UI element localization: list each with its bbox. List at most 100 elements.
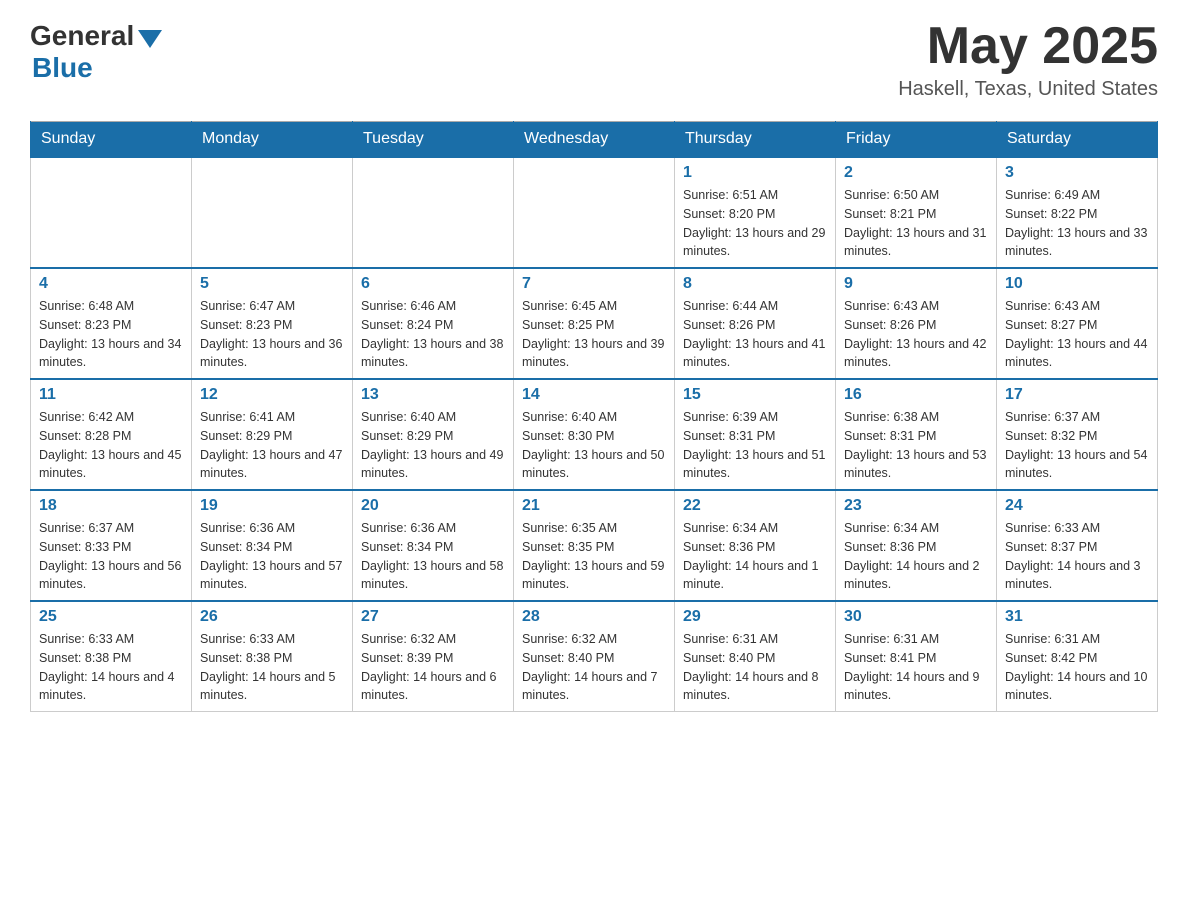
day-number: 29 bbox=[683, 608, 827, 626]
calendar-day-header: Saturday bbox=[997, 122, 1158, 158]
calendar-day-header: Sunday bbox=[31, 122, 192, 158]
day-number: 2 bbox=[844, 164, 988, 182]
logo-arrow-icon bbox=[138, 30, 162, 48]
day-number: 26 bbox=[200, 608, 344, 626]
day-number: 5 bbox=[200, 275, 344, 293]
calendar-week-row: 18Sunrise: 6:37 AM Sunset: 8:33 PM Dayli… bbox=[31, 490, 1158, 601]
day-info: Sunrise: 6:34 AM Sunset: 8:36 PM Dayligh… bbox=[844, 519, 988, 594]
calendar-week-row: 11 Sunrise: 6:42 AM Sunset: 8:28 PM Dayli… bbox=[31, 379, 1158, 490]
day-number: 27 bbox=[361, 608, 505, 626]
day-info: Sunrise: 6:41 AM Sunset: 8:29 PM Dayligh… bbox=[200, 408, 344, 483]
calendar-day-cell: 30Sunrise: 6:31 AM Sunset: 8:41 PM Dayli… bbox=[836, 601, 997, 712]
logo: General Blue bbox=[30, 20, 162, 84]
calendar-day-cell: 25 Sunrise: 6:33 AM Sunset: 8:38 PM Dayli… bbox=[31, 601, 192, 712]
calendar-day-cell: 23 Sunrise: 6:34 AM Sunset: 8:36 PM Dayli… bbox=[836, 490, 997, 601]
day-number: 17 bbox=[1005, 386, 1149, 404]
day-info: Sunrise: 6:43 AM Sunset: 8:27 PM Dayligh… bbox=[1005, 297, 1149, 372]
day-number: 6 bbox=[361, 275, 505, 293]
day-info: Sunrise: 6:38 AM Sunset: 8:31 PM Dayligh… bbox=[844, 408, 988, 483]
day-number: 12 bbox=[200, 386, 344, 404]
calendar-day-cell: 10 Sunrise: 6:43 AM Sunset: 8:27 PM Dayli… bbox=[997, 268, 1158, 379]
calendar-day-cell: 13 Sunrise: 6:40 AM Sunset: 8:29 PM Dayli… bbox=[353, 379, 514, 490]
calendar-day-header: Tuesday bbox=[353, 122, 514, 158]
day-number: 15 bbox=[683, 386, 827, 404]
calendar-day-cell bbox=[353, 157, 514, 268]
day-info: Sunrise: 6:33 AM Sunset: 8:38 PM Dayligh… bbox=[200, 630, 344, 705]
day-number: 23 bbox=[844, 497, 988, 515]
day-number: 20 bbox=[361, 497, 505, 515]
day-info: Sunrise: 6:35 AM Sunset: 8:35 PM Dayligh… bbox=[522, 519, 666, 594]
calendar-day-cell: 17 Sunrise: 6:37 AM Sunset: 8:32 PM Dayli… bbox=[997, 379, 1158, 490]
calendar-day-cell: 19 Sunrise: 6:36 AM Sunset: 8:34 PM Dayli… bbox=[192, 490, 353, 601]
day-info: Sunrise: 6:33 AM Sunset: 8:38 PM Dayligh… bbox=[39, 630, 183, 705]
day-number: 19 bbox=[200, 497, 344, 515]
day-number: 10 bbox=[1005, 275, 1149, 293]
calendar-day-cell bbox=[31, 157, 192, 268]
day-info: Sunrise: 6:40 AM Sunset: 8:30 PM Dayligh… bbox=[522, 408, 666, 483]
calendar-day-cell: 29 Sunrise: 6:31 AM Sunset: 8:40 PM Dayli… bbox=[675, 601, 836, 712]
day-info: Sunrise: 6:36 AM Sunset: 8:34 PM Dayligh… bbox=[361, 519, 505, 594]
day-number: 28 bbox=[522, 608, 666, 626]
calendar-day-header: Wednesday bbox=[514, 122, 675, 158]
page-header: General Blue May 2025 Haskell, Texas, Un… bbox=[30, 20, 1158, 101]
calendar-day-cell: 31 Sunrise: 6:31 AM Sunset: 8:42 PM Dayli… bbox=[997, 601, 1158, 712]
calendar-day-header: Thursday bbox=[675, 122, 836, 158]
calendar-day-cell: 15 Sunrise: 6:39 AM Sunset: 8:31 PM Dayli… bbox=[675, 379, 836, 490]
day-info: Sunrise: 6:39 AM Sunset: 8:31 PM Dayligh… bbox=[683, 408, 827, 483]
day-info: Sunrise: 6:34 AM Sunset: 8:36 PM Dayligh… bbox=[683, 519, 827, 594]
header-right: May 2025 Haskell, Texas, United States bbox=[898, 20, 1158, 101]
calendar-day-cell: 22 Sunrise: 6:34 AM Sunset: 8:36 PM Dayli… bbox=[675, 490, 836, 601]
day-info: Sunrise: 6:46 AM Sunset: 8:24 PM Dayligh… bbox=[361, 297, 505, 372]
calendar-day-cell: 3Sunrise: 6:49 AM Sunset: 8:22 PM Daylig… bbox=[997, 157, 1158, 268]
calendar-week-row: 1Sunrise: 6:51 AM Sunset: 8:20 PM Daylig… bbox=[31, 157, 1158, 268]
calendar-day-cell: 20 Sunrise: 6:36 AM Sunset: 8:34 PM Dayli… bbox=[353, 490, 514, 601]
day-info: Sunrise: 6:40 AM Sunset: 8:29 PM Dayligh… bbox=[361, 408, 505, 483]
day-info: Sunrise: 6:44 AM Sunset: 8:26 PM Dayligh… bbox=[683, 297, 827, 372]
day-number: 4 bbox=[39, 275, 183, 293]
calendar-week-row: 4 Sunrise: 6:48 AM Sunset: 8:23 PM Daylig… bbox=[31, 268, 1158, 379]
day-number: 22 bbox=[683, 497, 827, 515]
calendar-day-cell: 18Sunrise: 6:37 AM Sunset: 8:33 PM Dayli… bbox=[31, 490, 192, 601]
calendar-day-cell bbox=[514, 157, 675, 268]
day-number: 1 bbox=[683, 164, 827, 182]
day-number: 25 bbox=[39, 608, 183, 626]
day-number: 8 bbox=[683, 275, 827, 293]
day-info: Sunrise: 6:49 AM Sunset: 8:22 PM Dayligh… bbox=[1005, 186, 1149, 261]
calendar-day-cell: 5Sunrise: 6:47 AM Sunset: 8:23 PM Daylig… bbox=[192, 268, 353, 379]
day-info: Sunrise: 6:31 AM Sunset: 8:40 PM Dayligh… bbox=[683, 630, 827, 705]
calendar-day-cell: 7Sunrise: 6:45 AM Sunset: 8:25 PM Daylig… bbox=[514, 268, 675, 379]
day-number: 18 bbox=[39, 497, 183, 515]
day-number: 21 bbox=[522, 497, 666, 515]
calendar-day-header: Friday bbox=[836, 122, 997, 158]
day-info: Sunrise: 6:32 AM Sunset: 8:39 PM Dayligh… bbox=[361, 630, 505, 705]
calendar-week-row: 25 Sunrise: 6:33 AM Sunset: 8:38 PM Dayli… bbox=[31, 601, 1158, 712]
calendar-day-cell: 28Sunrise: 6:32 AM Sunset: 8:40 PM Dayli… bbox=[514, 601, 675, 712]
day-info: Sunrise: 6:37 AM Sunset: 8:32 PM Dayligh… bbox=[1005, 408, 1149, 483]
calendar-day-cell: 8 Sunrise: 6:44 AM Sunset: 8:26 PM Daylig… bbox=[675, 268, 836, 379]
calendar-day-cell: 21 Sunrise: 6:35 AM Sunset: 8:35 PM Dayli… bbox=[514, 490, 675, 601]
calendar-table: SundayMondayTuesdayWednesdayThursdayFrid… bbox=[30, 121, 1158, 712]
day-info: Sunrise: 6:48 AM Sunset: 8:23 PM Dayligh… bbox=[39, 297, 183, 372]
calendar-day-cell: 14Sunrise: 6:40 AM Sunset: 8:30 PM Dayli… bbox=[514, 379, 675, 490]
logo-blue-text: Blue bbox=[32, 52, 93, 84]
day-info: Sunrise: 6:36 AM Sunset: 8:34 PM Dayligh… bbox=[200, 519, 344, 594]
day-number: 13 bbox=[361, 386, 505, 404]
day-number: 7 bbox=[522, 275, 666, 293]
calendar-header-row: SundayMondayTuesdayWednesdayThursdayFrid… bbox=[31, 122, 1158, 158]
calendar-day-cell: 9Sunrise: 6:43 AM Sunset: 8:26 PM Daylig… bbox=[836, 268, 997, 379]
day-number: 31 bbox=[1005, 608, 1149, 626]
calendar-day-cell: 2Sunrise: 6:50 AM Sunset: 8:21 PM Daylig… bbox=[836, 157, 997, 268]
day-number: 11 bbox=[39, 386, 183, 404]
calendar-day-cell: 11 Sunrise: 6:42 AM Sunset: 8:28 PM Dayli… bbox=[31, 379, 192, 490]
calendar-day-cell: 26 Sunrise: 6:33 AM Sunset: 8:38 PM Dayli… bbox=[192, 601, 353, 712]
calendar-day-cell bbox=[192, 157, 353, 268]
calendar-day-cell: 6 Sunrise: 6:46 AM Sunset: 8:24 PM Daylig… bbox=[353, 268, 514, 379]
calendar-day-cell: 1Sunrise: 6:51 AM Sunset: 8:20 PM Daylig… bbox=[675, 157, 836, 268]
day-info: Sunrise: 6:31 AM Sunset: 8:42 PM Dayligh… bbox=[1005, 630, 1149, 705]
calendar-day-cell: 24Sunrise: 6:33 AM Sunset: 8:37 PM Dayli… bbox=[997, 490, 1158, 601]
day-info: Sunrise: 6:42 AM Sunset: 8:28 PM Dayligh… bbox=[39, 408, 183, 483]
calendar-day-cell: 4 Sunrise: 6:48 AM Sunset: 8:23 PM Daylig… bbox=[31, 268, 192, 379]
day-info: Sunrise: 6:33 AM Sunset: 8:37 PM Dayligh… bbox=[1005, 519, 1149, 594]
calendar-day-header: Monday bbox=[192, 122, 353, 158]
logo-general-text: General bbox=[30, 20, 134, 52]
